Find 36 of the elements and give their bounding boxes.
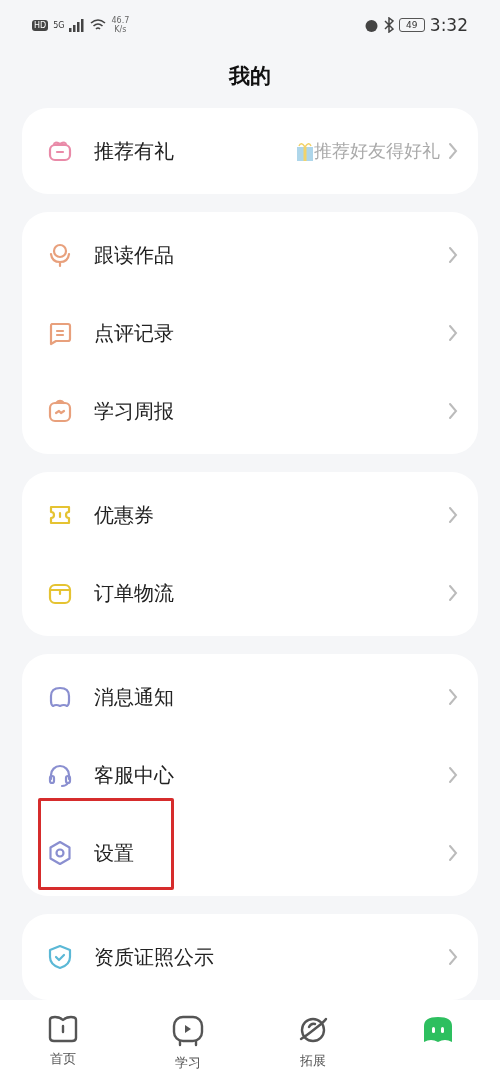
menu-item-label[interactable]: 点评记录 <box>94 319 448 347</box>
chevron-right-icon <box>448 688 458 706</box>
menu-item-label[interactable]: 跟读作品 <box>94 241 448 269</box>
chevron-right-icon <box>448 844 458 862</box>
menu-item-label[interactable]: 推荐有礼 <box>94 137 296 165</box>
menu-item-label[interactable]: 订单物流 <box>94 579 448 607</box>
menu-item-label[interactable]: 资质证照公示 <box>94 943 448 971</box>
signal-icon <box>69 18 86 32</box>
gift-icon <box>296 141 314 161</box>
nav-tab[interactable]: 拓展 <box>250 1000 375 1084</box>
wifi-icon <box>90 18 107 32</box>
tv-icon <box>170 1014 205 1048</box>
clock-time: 3:32 <box>429 15 468 35</box>
network-type: 5G <box>53 20 65 30</box>
bluetooth-icon <box>383 17 394 33</box>
menu-item-label[interactable]: 客服中心 <box>94 761 448 789</box>
menu-item-hint: 推荐好友得好礼 <box>314 139 440 163</box>
chevron-right-icon <box>448 506 458 524</box>
menu-item-label[interactable]: 学习周报 <box>94 397 448 425</box>
chevron-right-icon <box>448 584 458 602</box>
speed-value: 46.7 <box>111 16 130 25</box>
hd-badge: HD <box>32 19 49 31</box>
nav-tab[interactable]: 学习 <box>125 1000 250 1084</box>
chevron-right-icon <box>448 766 458 784</box>
menu-item-label[interactable]: 设置 <box>94 839 448 867</box>
chevron-right-icon <box>448 948 458 966</box>
chevron-right-icon <box>448 402 458 420</box>
menu-item-label[interactable]: 消息通知 <box>94 683 448 711</box>
battery-indicator: 49 <box>398 18 425 32</box>
chevron-right-icon <box>448 142 458 160</box>
menu-item-label[interactable]: 优惠券 <box>94 501 448 529</box>
chevron-right-icon <box>448 324 458 342</box>
chevron-right-icon <box>448 246 458 264</box>
page-title: 我的 <box>227 63 272 90</box>
nav-tab[interactable]: 首页 <box>0 1000 125 1084</box>
speed-unit: K/s <box>114 25 127 34</box>
